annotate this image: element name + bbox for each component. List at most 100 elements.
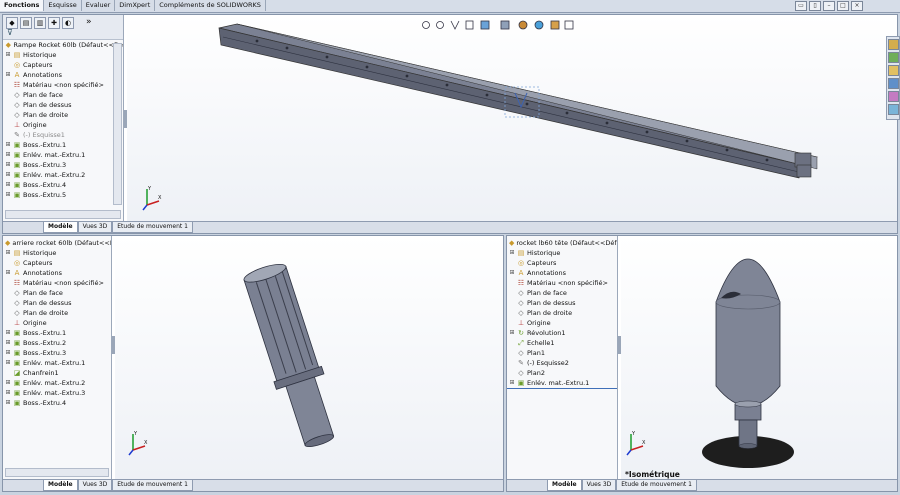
tree-item[interactable]: ⊞ ▤ Historique [3, 50, 123, 60]
tree-item[interactable]: ⊞ ▣ Boss.-Extru.3 [3, 348, 111, 358]
tree-item[interactable]: ⊥ Origine [507, 318, 617, 328]
expand-icon[interactable]: ⊞ [5, 70, 11, 80]
tree-item[interactable]: ✎ (-) Esquisse1 [3, 130, 123, 140]
expand-icon[interactable]: ⊞ [5, 150, 11, 160]
design-library-icon[interactable] [887, 52, 899, 63]
tree-item[interactable]: ⊞ ▤ Historique [3, 248, 111, 258]
tree-item[interactable]: ⊞ ▣ Enlév. mat.-Extru.1 [3, 150, 123, 160]
view-palette-icon[interactable] [887, 78, 899, 89]
tab-dimxpert[interactable]: DimXpert [115, 0, 156, 11]
tree-item[interactable]: ◇ Plan de face [3, 90, 123, 100]
tree-root-part[interactable]: ◆ arriere rocket 60lb (Défaut<<Dé [3, 238, 111, 248]
rear-part-model-view[interactable] [115, 236, 501, 476]
graphics-area-top[interactable]: Y X [127, 15, 897, 221]
tree-item[interactable]: ⊞ ▣ Enlév. mat.-Extru.2 [3, 378, 111, 388]
expand-icon[interactable]: ⊞ [509, 268, 515, 278]
tree-item[interactable]: ⊞ ▣ Boss.-Extru.2 [3, 338, 111, 348]
head-part-model-view[interactable] [621, 236, 897, 476]
tree-item[interactable]: ◇ Plan de droite [507, 308, 617, 318]
expand-icon[interactable]: ⊞ [5, 180, 11, 190]
appearances-icon[interactable] [887, 91, 899, 102]
tree-item[interactable]: ◎ Capteurs [3, 60, 123, 70]
tree-item[interactable]: ◇ Plan de dessus [3, 298, 111, 308]
tree-item[interactable]: ⊞ ▣ Enlév. mat.-Extru.1 [3, 358, 111, 368]
tree-item[interactable]: ◇ Plan de droite [3, 110, 123, 120]
tree-item[interactable]: ☷ Matériau <non spécifié> [3, 278, 111, 288]
tree-item[interactable]: ◇ Plan1 [507, 348, 617, 358]
bottom-tab-etude-de-mouvement-1[interactable]: Etude de mouvement 1 [112, 480, 194, 491]
tree-item[interactable]: ⊞ ▣ Boss.-Extru.1 [3, 140, 123, 150]
config-icon[interactable]: ▥ [34, 17, 46, 29]
tree-item[interactable]: ◎ Capteurs [3, 258, 111, 268]
tree-vertical-scrollbar[interactable] [113, 43, 122, 205]
property-icon[interactable]: ▤ [20, 17, 32, 29]
tree-item[interactable]: ◇ Plan de dessus [507, 298, 617, 308]
expand-icon[interactable]: ⊞ [5, 268, 11, 278]
expand-icon[interactable]: ⊞ [5, 348, 11, 358]
tree-item[interactable]: ◇ Plan de dessus [3, 100, 123, 110]
filter-icon[interactable]: ⊽ [7, 28, 13, 37]
tree-item[interactable]: ⊞ ▣ Enlév. mat.-Extru.3 [3, 388, 111, 398]
tree-item[interactable]: ◇ Plan2 [507, 368, 617, 378]
tree-item[interactable]: ⊞ ▤ Historique [507, 248, 617, 258]
tree-item[interactable]: ⊞ ▣ Boss.-Extru.3 [3, 160, 123, 170]
expand-icon[interactable]: ⊞ [509, 328, 515, 338]
tree-item[interactable]: ⤢ Echelle1 [507, 338, 617, 348]
expand-icon[interactable]: ⊞ [5, 248, 11, 258]
tree-item[interactable]: ◇ Plan de droite [3, 308, 111, 318]
custom-properties-icon[interactable] [887, 104, 899, 115]
bottom-tab-mod-le[interactable]: Modèle [43, 480, 78, 491]
expand-icon[interactable]: ⊞ [5, 378, 11, 388]
tree-item[interactable]: ☷ Matériau <non spécifié> [507, 278, 617, 288]
expand-icon[interactable]: ⊞ [5, 160, 11, 170]
tab-fonctions[interactable]: Fonctions [0, 0, 45, 11]
tree-item[interactable]: ⊞ A Annotations [3, 268, 111, 278]
expand-icon[interactable]: ⊞ [5, 170, 11, 180]
tree-item[interactable]: ⊞ ▣ Enlév. mat.-Extru.2 [3, 170, 123, 180]
restore-icon[interactable]: ▭ [795, 1, 807, 11]
graphics-area-left[interactable]: Y X [115, 236, 503, 479]
expand-icon[interactable]: ⊞ [5, 50, 11, 60]
tree-horizontal-scrollbar[interactable] [5, 210, 121, 219]
tree-item[interactable]: ⊞ ▣ Boss.-Extru.4 [3, 398, 111, 408]
expand-icon[interactable]: ⊞ [5, 358, 11, 368]
tree-root-part[interactable]: ◆ Rampe Rocket 60lb (Défaut<<De [3, 40, 123, 50]
bottom-tab-etude-de-mouvement-1[interactable]: Etude de mouvement 1 [112, 222, 194, 233]
minimize-icon[interactable]: – [823, 1, 835, 11]
tab-compl-ments-de-solidworks[interactable]: Compléments de SOLIDWORKS [155, 0, 266, 11]
tree-horizontal-scrollbar-left[interactable] [5, 468, 109, 477]
tree-item[interactable]: ⊥ Origine [3, 318, 111, 328]
tab-esquisse[interactable]: Esquisse [44, 0, 82, 11]
tree-item[interactable]: ◎ Capteurs [507, 258, 617, 268]
expand-icon[interactable]: ⊞ [5, 398, 11, 408]
graphics-area-right[interactable]: Y X *Isométrique [621, 236, 897, 479]
maximize-icon[interactable]: □ [837, 1, 849, 11]
rail-model-view[interactable] [127, 15, 897, 221]
bottom-tab-vues-3d[interactable]: Vues 3D [581, 480, 617, 491]
expand-icon[interactable]: ⊞ [509, 248, 515, 258]
tree-item[interactable]: ⊞ ↻ Révolution1 [507, 328, 617, 338]
tree-item[interactable]: ⊞ A Annotations [3, 70, 123, 80]
tree-item[interactable]: ✎ (-) Esquisse2 [507, 358, 617, 368]
tree-item[interactable]: ⊞ ▣ Boss.-Extru.5 [3, 190, 123, 200]
tree-item[interactable]: ⊞ ▣ Boss.-Extru.1 [3, 328, 111, 338]
tree-item[interactable]: ◇ Plan de face [3, 288, 111, 298]
tree-item[interactable]: ☷ Matériau <non spécifié> [3, 80, 123, 90]
tree-item[interactable]: ◪ Chanfrein1 [3, 368, 111, 378]
bottom-tab-etude-de-mouvement-1[interactable]: Etude de mouvement 1 [616, 480, 698, 491]
rollback-bar[interactable] [507, 388, 617, 389]
bottom-tab-vues-3d[interactable]: Vues 3D [77, 222, 113, 233]
display-icon[interactable]: ◐ [62, 17, 74, 29]
expand-icon[interactable]: ⊞ [5, 190, 11, 200]
tree-item[interactable]: ⊞ A Annotations [507, 268, 617, 278]
expand-icon[interactable]: ⊞ [509, 378, 515, 388]
tile-icon[interactable]: ▯ [809, 1, 821, 11]
tree-root-part[interactable]: ◆ rocket lb60 tête (Défaut<<Défaut [507, 238, 617, 248]
tree-item[interactable]: ⊞ ▣ Boss.-Extru.4 [3, 180, 123, 190]
tree-item[interactable]: ⊞ ▣ Enlév. mat.-Extru.1 [507, 378, 617, 388]
file-explorer-icon[interactable] [887, 65, 899, 76]
home-icon[interactable] [887, 39, 899, 50]
bottom-tab-mod-le[interactable]: Modèle [43, 222, 78, 233]
dimxpert-icon[interactable]: ✚ [48, 17, 60, 29]
expand-chevron-icon[interactable]: » [86, 17, 92, 29]
